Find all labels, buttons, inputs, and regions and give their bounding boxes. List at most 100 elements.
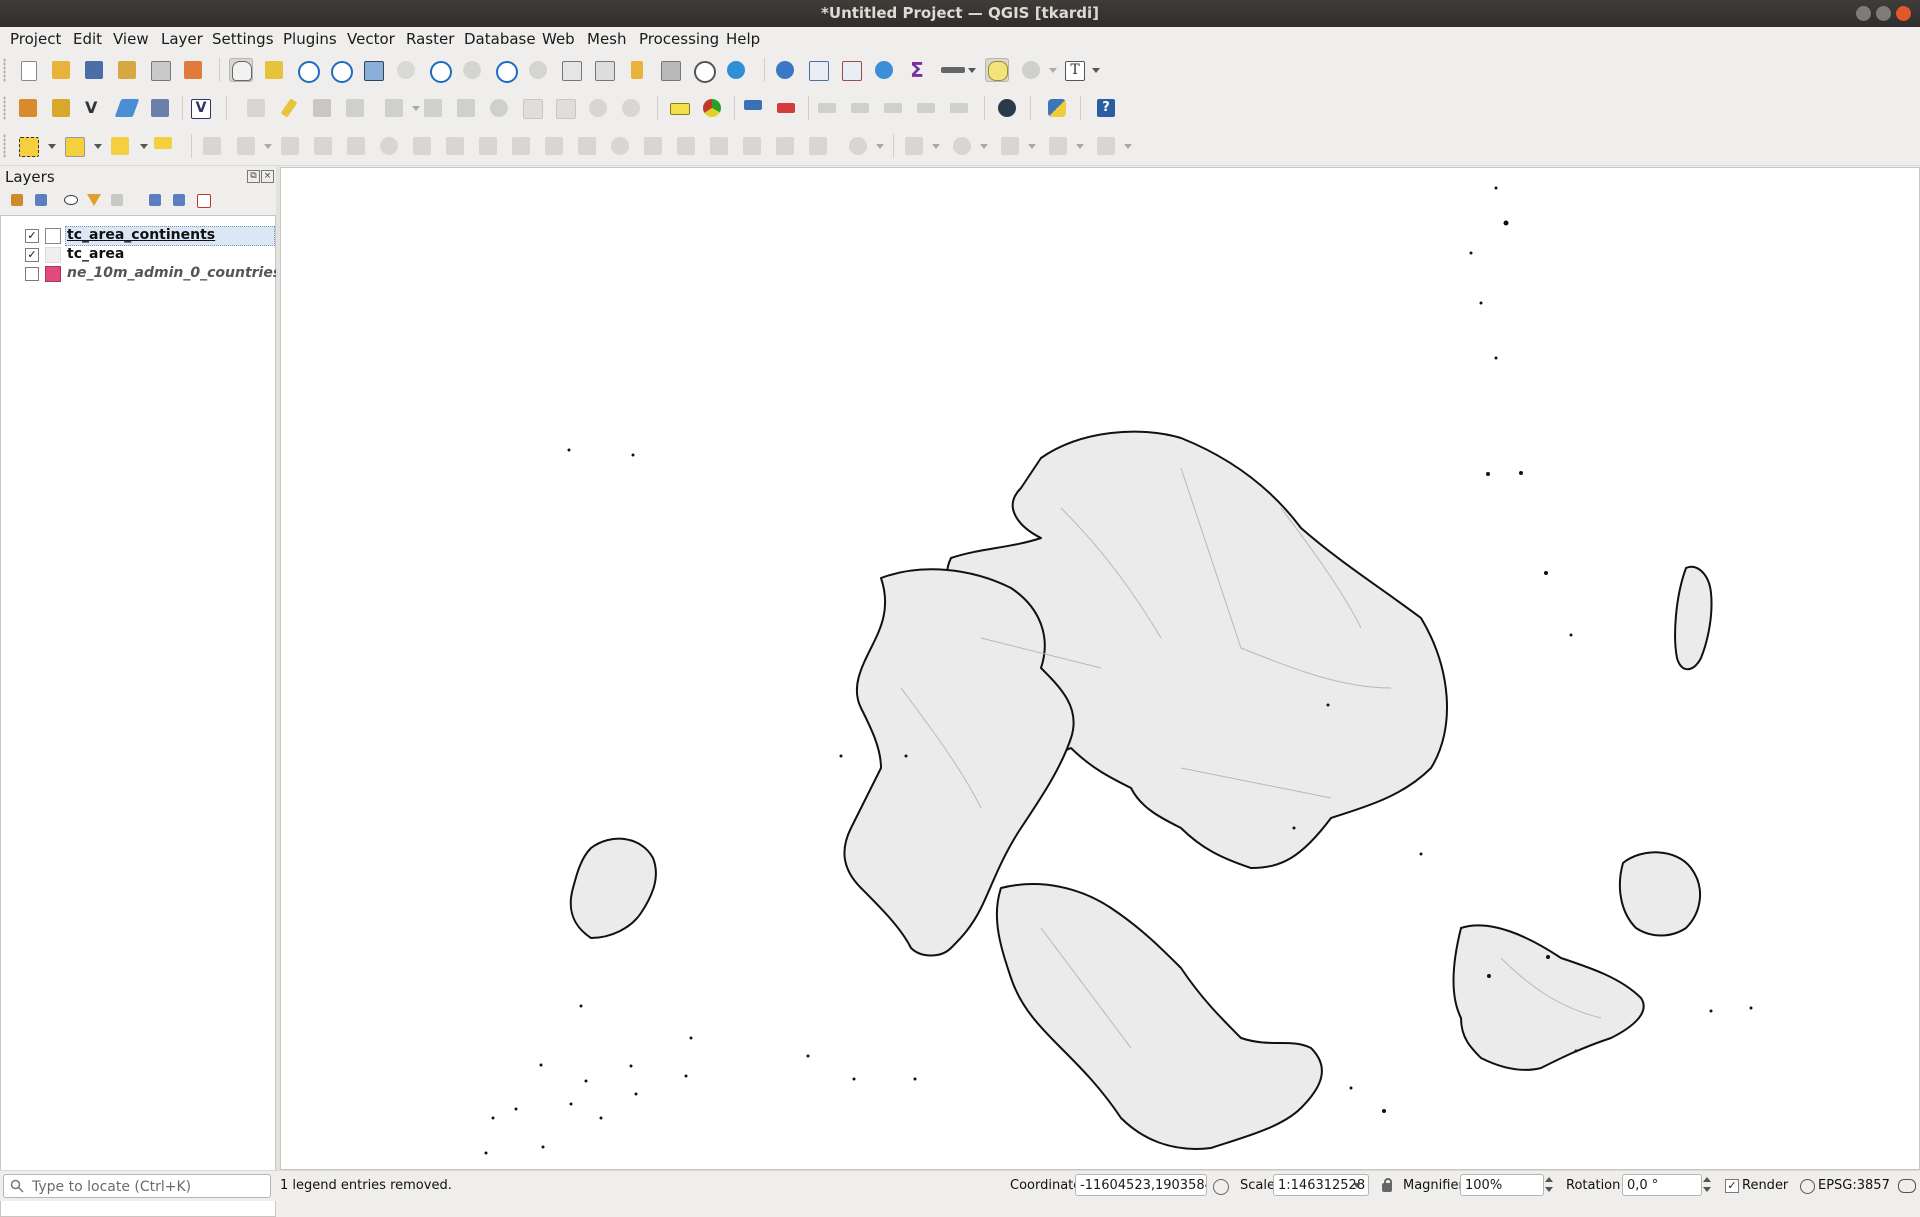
add-ring-icon[interactable] [311, 134, 335, 158]
paste-icon[interactable] [553, 96, 577, 120]
layer-visibility-checkbox[interactable]: ✓ [25, 248, 39, 262]
field-calculator-icon[interactable]: Σ [905, 58, 929, 82]
messages-icon[interactable] [1898, 1179, 1916, 1193]
digitize-options-icon[interactable] [806, 134, 830, 158]
add-group-icon[interactable] [32, 191, 50, 209]
layer-symbol[interactable] [45, 228, 61, 244]
select-location-icon[interactable] [151, 134, 175, 158]
new-geopackage-icon[interactable] [49, 96, 73, 120]
menu-plugins[interactable]: Plugins [283, 30, 337, 48]
expand-all-icon[interactable] [146, 191, 164, 209]
shape-circle-icon[interactable] [902, 134, 940, 158]
trim-extend-icon[interactable] [740, 134, 764, 158]
locator-input[interactable] [30, 1177, 268, 1197]
change-label-icon[interactable] [914, 96, 938, 120]
remove-layer-icon[interactable] [194, 191, 212, 209]
toggle-editing-icon[interactable] [277, 96, 301, 120]
text-annotation-icon[interactable]: T [1062, 58, 1100, 82]
magnifier-spinner[interactable] [1543, 1174, 1555, 1196]
float-panel-button[interactable]: ⧉ [247, 170, 260, 183]
collapse-all-icon[interactable] [170, 191, 188, 209]
layer-visibility-checkbox[interactable] [25, 267, 39, 281]
zoom-next-icon[interactable] [526, 58, 550, 82]
toggle-extents-icon[interactable] [1213, 1179, 1229, 1195]
open-layer-styling-icon[interactable] [8, 191, 26, 209]
zoom-last-icon[interactable] [493, 58, 518, 83]
advanced-digitize-icon[interactable] [200, 134, 224, 158]
menu-settings[interactable]: Settings [212, 30, 274, 48]
filter-by-expression-icon[interactable] [108, 191, 126, 209]
filter-legend-icon[interactable] [84, 191, 102, 209]
menu-help[interactable]: Help [726, 30, 760, 48]
split-parts-icon[interactable] [575, 134, 599, 158]
layer-tree[interactable]: ✓ tc_area_continents ✓ tc_area ne_10m_ad… [0, 215, 281, 1217]
menu-edit[interactable]: Edit [73, 30, 102, 48]
highlight-pin-icon[interactable] [741, 96, 765, 120]
locator-bar[interactable] [3, 1174, 271, 1198]
zoom-full-icon[interactable] [361, 58, 385, 82]
zoom-out-icon[interactable] [328, 58, 353, 83]
undo-icon[interactable] [586, 96, 610, 120]
rotate-label-icon[interactable] [881, 96, 905, 120]
new-virtual-layer-icon[interactable] [148, 96, 172, 120]
digitize-icon[interactable] [114, 96, 140, 120]
menu-project[interactable]: Project [10, 30, 61, 48]
show-hide-labels-icon[interactable] [815, 96, 839, 120]
reverse-line-icon[interactable] [773, 134, 797, 158]
deselect-icon[interactable] [108, 134, 148, 158]
map-tips-icon[interactable] [985, 58, 1009, 82]
redo-icon[interactable] [619, 96, 643, 120]
close-button[interactable] [1896, 6, 1911, 21]
toolbar-handle[interactable] [3, 134, 6, 158]
simplify-icon[interactable] [278, 134, 302, 158]
rotation-field[interactable]: 0,0 ° [1622, 1174, 1702, 1196]
label-icon[interactable] [667, 96, 691, 120]
magnifier-field[interactable]: 100% [1460, 1174, 1544, 1196]
menu-web[interactable]: Web [542, 30, 575, 48]
toolbar-handle[interactable] [3, 96, 6, 120]
new-map-view-icon[interactable] [559, 58, 583, 82]
menu-mesh[interactable]: Mesh [587, 30, 627, 48]
layer-row-tc-area-continents[interactable]: ✓ tc_area_continents [1, 226, 275, 246]
layer-symbol[interactable] [45, 266, 61, 282]
crs-label[interactable]: EPSG:3857 [1818, 1178, 1890, 1193]
menu-database[interactable]: Database [464, 30, 536, 48]
save-as-icon[interactable] [115, 58, 139, 82]
reshape-icon[interactable] [476, 134, 500, 158]
delete-part-icon[interactable] [443, 134, 467, 158]
layer-visibility-checkbox[interactable]: ✓ [25, 229, 39, 243]
close-panel-button[interactable]: × [261, 170, 274, 183]
offset-curve-icon[interactable] [509, 134, 533, 158]
annotation-icon[interactable] [1019, 58, 1057, 82]
split-features-icon[interactable] [542, 134, 566, 158]
map-canvas[interactable] [280, 167, 1920, 1170]
select-by-value-icon[interactable] [62, 134, 102, 158]
measure-icon[interactable] [938, 58, 976, 82]
move-feature-icon[interactable] [382, 96, 420, 120]
add-part-icon[interactable] [344, 134, 368, 158]
rotation-spinner[interactable] [1701, 1174, 1713, 1196]
coordinate-field[interactable]: -11604523,19035843 [1075, 1174, 1207, 1196]
shape-regular-polygon-icon[interactable] [1094, 134, 1132, 158]
current-edits-icon[interactable] [244, 96, 268, 120]
new-3d-map-icon[interactable] [592, 58, 616, 82]
refresh-icon[interactable] [724, 58, 748, 82]
layer-row-ne-10m-admin-0-countries[interactable]: ne_10m_admin_0_countries [1, 264, 281, 283]
geo-plugin-icon[interactable] [995, 96, 1019, 120]
copy-icon[interactable] [520, 96, 544, 120]
pan-icon[interactable] [229, 58, 253, 82]
zoom-to-layer-icon[interactable] [427, 58, 452, 83]
scale-dropdown-icon[interactable] [1353, 1183, 1361, 1188]
print-layout-icon[interactable] [148, 58, 172, 82]
pan-to-selection-icon[interactable] [262, 58, 286, 82]
merge-features-icon[interactable] [608, 134, 632, 158]
menu-view[interactable]: View [113, 30, 149, 48]
temporal-controller-icon[interactable] [691, 58, 716, 83]
merge-attributes-icon[interactable] [641, 134, 665, 158]
new-project-icon[interactable] [16, 58, 40, 82]
tracing-icon[interactable] [846, 134, 884, 158]
change-label-properties-icon[interactable] [947, 96, 971, 120]
render-checkbox[interactable]: ✓ [1725, 1179, 1739, 1193]
diagram-icon[interactable] [700, 96, 724, 120]
toolbox-icon[interactable] [872, 58, 896, 82]
